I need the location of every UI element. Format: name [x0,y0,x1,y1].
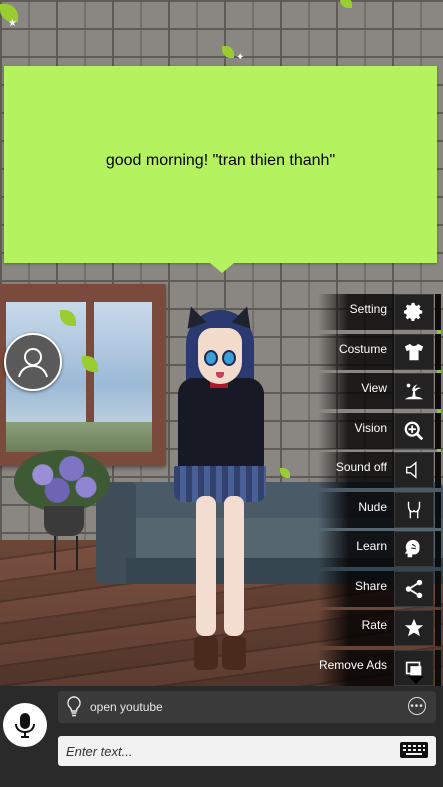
menu-item-edge [435,452,441,488]
menu-item-edge [435,333,441,370]
menu-item-label: Costume [338,341,387,356]
leg-right [224,496,244,636]
plant-pot [44,506,84,536]
menu-item-learn[interactable]: Learn [318,529,443,569]
star-icon[interactable] [394,610,434,646]
anime-character[interactable] [170,303,270,676]
menu-item-edge [435,373,441,409]
body-icon[interactable] [394,491,434,528]
suggestion-text: open youtube [90,700,163,714]
menu-collapse-arrow-icon[interactable] [408,676,424,684]
speech-text: good morning! "tran thien thanh" [105,152,336,169]
more-options-icon[interactable]: ••• [408,697,426,715]
menu-item-edge [435,491,441,528]
microphone-button[interactable] [3,703,47,747]
sparkle-icon: ★ [8,18,17,29]
side-menu: Setting Costume View Vision Sound off Nu… [318,292,443,687]
game-scene[interactable]: ★ ✦ good morning! "tran thien thanh" Set… [0,0,443,787]
menu-item-vision[interactable]: Vision [318,411,443,451]
window-outside-ground [6,422,152,452]
menu-item-view[interactable]: View [318,371,443,411]
brain-icon[interactable] [394,531,434,567]
menu-item-label: Nude [358,499,387,514]
share-icon[interactable] [394,570,434,607]
menu-item-edge [435,649,441,686]
menu-item-edge [435,531,441,567]
speech-bubble-tail [210,263,234,273]
microphone-icon [15,713,35,738]
leg-left [196,496,216,636]
suggestion-bar[interactable]: open youtube ••• [58,691,436,723]
gear-icon[interactable] [394,294,434,330]
mouth [216,372,224,378]
menu-item-remove-ads[interactable]: Remove Ads [318,648,443,688]
user-icon [18,348,48,378]
eye-left [204,350,218,366]
menu-item-label: View [361,381,387,395]
menu-item-edge [435,610,441,646]
menu-item-nude[interactable]: Nude [318,490,443,530]
scenery-icon[interactable] [394,373,434,409]
shirt-icon[interactable] [394,333,434,370]
menu-item-share[interactable]: Share [318,569,443,609]
menu-item-costume[interactable]: Costume [318,332,443,372]
menu-item-label: Vision [354,420,387,435]
menu-item-sound-off[interactable]: Sound off [318,450,443,490]
menu-item-label: Learn [356,539,387,553]
menu-item-label: Rate [361,618,387,632]
lightbulb-icon [67,696,81,717]
shoe-left [194,636,218,670]
profile-avatar-button[interactable] [4,333,62,391]
speech-bubble[interactable]: good morning! "tran thien thanh" [4,66,437,273]
sparkle-icon: ✦ [236,52,245,63]
character-jacket [178,378,264,478]
eye-right [222,350,236,366]
character-skirt [174,466,266,502]
keyboard-icon[interactable] [400,742,428,758]
potted-plant [14,450,110,570]
chat-text-input[interactable] [58,736,436,766]
plant-stand [54,536,78,570]
menu-item-setting[interactable]: Setting [318,292,443,332]
menu-item-label: Setting [349,302,387,316]
menu-item-edge [435,294,441,330]
menu-item-edge [435,412,441,449]
menu-item-rate[interactable]: Rate [318,608,443,648]
plant-flowers [14,450,110,512]
zoom-icon[interactable] [394,412,434,449]
menu-item-label: Share [354,578,387,593]
menu-item-label: Sound off [335,460,387,474]
character-face [198,328,242,384]
menu-item-label: Remove Ads [318,657,387,672]
speaker-icon[interactable] [394,452,434,488]
menu-item-edge [435,570,441,607]
shoe-right [222,636,246,670]
